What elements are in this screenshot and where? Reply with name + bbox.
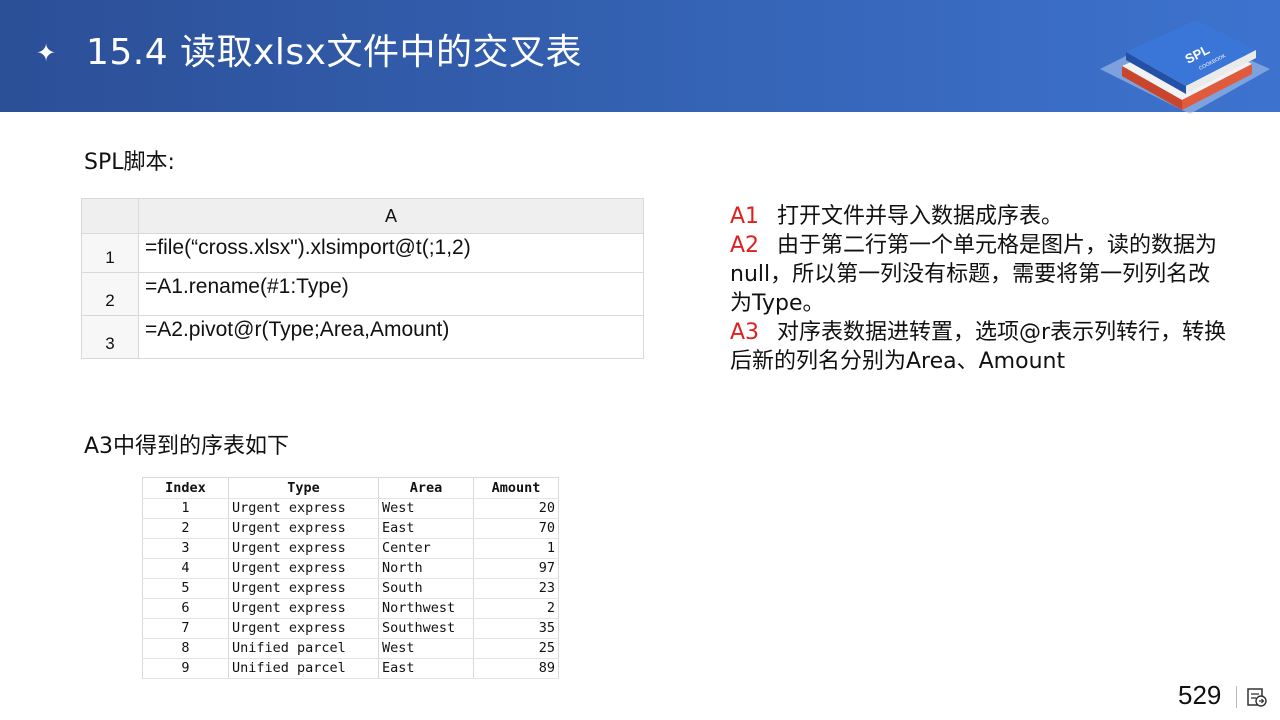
column-header-amount: Amount bbox=[473, 477, 559, 499]
amount-cell: 97 bbox=[473, 558, 559, 579]
type-cell: Urgent express bbox=[228, 618, 379, 639]
cell-ref-a3: A3 bbox=[730, 320, 760, 345]
table-row: 5 Urgent express South 23 bbox=[142, 578, 559, 599]
column-header-area: Area bbox=[378, 477, 474, 499]
type-cell: Unified parcel bbox=[228, 658, 379, 679]
table-row: 8 Unified parcel West 25 bbox=[142, 638, 559, 659]
type-cell: Urgent express bbox=[228, 538, 379, 559]
table-row: 3 Urgent express Center 1 bbox=[142, 538, 559, 559]
index-cell: 7 bbox=[142, 618, 229, 639]
explanation-text: A1 打开文件并导入数据成序表。 A2 由于第二行第一个单元格是图片，读的数据为nu… bbox=[730, 202, 1230, 376]
type-cell: Urgent express bbox=[228, 598, 379, 619]
row-number-3[interactable]: 3 bbox=[81, 315, 139, 359]
table-row: 6 Urgent express Northwest 2 bbox=[142, 598, 559, 619]
amount-cell: 89 bbox=[473, 658, 559, 679]
explanation-a3: A3 对序表数据进转置，选项@r表示列转行，转换后新的列名分别为Area、Amou… bbox=[730, 318, 1230, 376]
page-number: 529 bbox=[1178, 680, 1222, 710]
result-table: Index Type Area Amount 1 Urgent express … bbox=[142, 477, 559, 679]
column-header-type: Type bbox=[228, 477, 379, 499]
cell-ref-a2: A2 bbox=[730, 233, 760, 258]
type-cell: Urgent express bbox=[228, 518, 379, 539]
result-header-row: Index Type Area Amount bbox=[142, 477, 559, 499]
index-cell: 4 bbox=[142, 558, 229, 579]
area-cell: North bbox=[378, 558, 474, 579]
index-cell: 8 bbox=[142, 638, 229, 659]
row-number-2[interactable]: 2 bbox=[81, 272, 139, 316]
index-cell: 5 bbox=[142, 578, 229, 599]
spl-script-grid: A 1 =file(“cross.xlsx").xlsimport@t(;1,2… bbox=[81, 198, 644, 359]
index-cell: 1 bbox=[142, 498, 229, 519]
result-label: A3中得到的序表如下 bbox=[84, 434, 290, 459]
cell-a2[interactable]: =A1.rename(#1:Type) bbox=[138, 272, 644, 316]
grid-corner-cell bbox=[81, 198, 139, 234]
footer-divider bbox=[1236, 686, 1237, 708]
area-cell: East bbox=[378, 518, 474, 539]
index-cell: 9 bbox=[142, 658, 229, 679]
table-row: 7 Urgent express Southwest 35 bbox=[142, 618, 559, 639]
column-header-index: Index bbox=[142, 477, 229, 499]
amount-cell: 2 bbox=[473, 598, 559, 619]
amount-cell: 20 bbox=[473, 498, 559, 519]
slide-nav-icon[interactable] bbox=[1246, 686, 1268, 708]
area-cell: Southwest bbox=[378, 618, 474, 639]
row-number-1[interactable]: 1 bbox=[81, 233, 139, 273]
index-cell: 2 bbox=[142, 518, 229, 539]
area-cell: South bbox=[378, 578, 474, 599]
amount-cell: 1 bbox=[473, 538, 559, 559]
explanation-a2-text: 由于第二行第一个单元格是图片，读的数据为null，所以第一列没有标题，需要将第一… bbox=[730, 233, 1218, 316]
area-cell: East bbox=[378, 658, 474, 679]
type-cell: Urgent express bbox=[228, 558, 379, 579]
table-row: 1 Urgent express West 20 bbox=[142, 498, 559, 519]
type-cell: Unified parcel bbox=[228, 638, 379, 659]
column-header-a[interactable]: A bbox=[138, 198, 644, 234]
index-cell: 3 bbox=[142, 538, 229, 559]
explanation-a1: A1 打开文件并导入数据成序表。 bbox=[730, 202, 1230, 231]
spl-cookbook-logo: SPL COOKBOOK bbox=[1100, 20, 1270, 114]
index-cell: 6 bbox=[142, 598, 229, 619]
title-bar: ✦ 15.4 读取xlsx文件中的交叉表 SPL COOKBOOK bbox=[0, 0, 1280, 114]
explanation-a1-text: 打开文件并导入数据成序表。 bbox=[777, 204, 1064, 229]
explanation-a2: A2 由于第二行第一个单元格是图片，读的数据为null，所以第一列没有标题，需要将… bbox=[730, 231, 1230, 318]
amount-cell: 25 bbox=[473, 638, 559, 659]
table-row: 2 Urgent express East 70 bbox=[142, 518, 559, 539]
area-cell: Center bbox=[378, 538, 474, 559]
table-row: 9 Unified parcel East 89 bbox=[142, 658, 559, 679]
spl-script-label: SPL脚本: bbox=[84, 150, 175, 175]
star-bullet-icon: ✦ bbox=[36, 39, 57, 67]
type-cell: Urgent express bbox=[228, 498, 379, 519]
cell-a1[interactable]: =file(“cross.xlsx").xlsimport@t(;1,2) bbox=[138, 233, 644, 273]
amount-cell: 23 bbox=[473, 578, 559, 599]
amount-cell: 35 bbox=[473, 618, 559, 639]
amount-cell: 70 bbox=[473, 518, 559, 539]
area-cell: West bbox=[378, 498, 474, 519]
slide-title: 15.4 读取xlsx文件中的交叉表 bbox=[86, 32, 582, 73]
table-row: 4 Urgent express North 97 bbox=[142, 558, 559, 579]
area-cell: West bbox=[378, 638, 474, 659]
type-cell: Urgent express bbox=[228, 578, 379, 599]
area-cell: Northwest bbox=[378, 598, 474, 619]
explanation-a3-text: 对序表数据进转置，选项@r表示列转行，转换后新的列名分别为Area、Amount bbox=[730, 320, 1227, 374]
cell-ref-a1: A1 bbox=[730, 204, 760, 229]
cell-a3[interactable]: =A2.pivot@r(Type;Area,Amount) bbox=[138, 315, 644, 359]
